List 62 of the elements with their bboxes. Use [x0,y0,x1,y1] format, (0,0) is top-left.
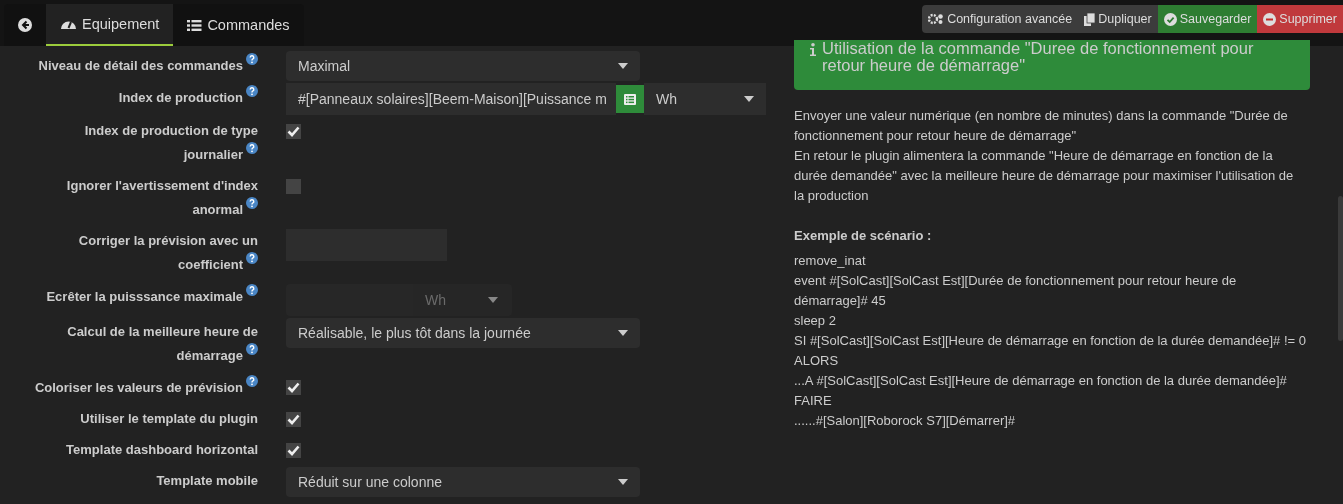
field-label: Calcul de la meilleure heure de démarrage [66,323,259,365]
field-label: Ignorer l'avertissement d'index anormal [65,177,259,219]
checkbox[interactable] [286,179,301,194]
back-arrow-icon [18,18,32,32]
info-alert: Utilisation de la commande "Duree de fonctionnement pour retour heure de démarrage" [794,40,1310,90]
checkbox[interactable] [286,380,301,395]
checkmark-icon [287,126,300,137]
field-label: Utiliser le template du plugin [79,410,259,428]
checkbox[interactable] [286,443,301,458]
scenario-line: SI #[SolCast][SolCast Est][Heure de démarrage en fonction de la durée demandée]# != 0 ALORS [794,332,1307,370]
action-button[interactable]: Supprimer [1257,5,1343,33]
description-text: En retour le plugin alimentera la commande "Heure de démarrage en fonction de la durée demandée" avec la meilleure heure de démarrage pour maximiser l'utilisation de la production [794,147,1295,205]
checkbox[interactable] [286,124,301,139]
field-label: Ecrêter la puisssance maximale [26,282,286,312]
command-list-button[interactable] [616,85,644,113]
field-label: Template mobile [155,472,259,490]
help-icon[interactable] [246,53,258,65]
caret-icon [618,479,628,485]
select-field[interactable]: Réalisable, le plus tôt dans la journée [286,318,640,348]
select-field[interactable]: Maximal [286,51,640,81]
gears-icon [928,13,945,25]
caret-icon [618,330,628,336]
action-button[interactable]: Sauvegarder [1157,5,1258,33]
unit-select[interactable]: Wh [644,83,766,115]
checkmark-icon [287,414,300,425]
field-label: Index de production de type journalier [83,122,259,164]
help-icon[interactable] [246,197,258,209]
minus-circle-icon [1263,12,1277,26]
check-circle-icon [1163,12,1177,26]
field-label: Corriger la prévision avec un coefficient [77,232,259,274]
caret-icon [488,297,498,303]
caret-icon [618,63,628,69]
list-icon [187,18,203,32]
action-button[interactable]: Configuration avancée [922,5,1079,33]
help-icon[interactable] [246,375,258,387]
help-icon[interactable] [246,343,258,355]
scrollbar[interactable] [1338,196,1343,341]
checkmark-icon [287,382,300,393]
scenario-line: sleep 2 [794,312,837,330]
action-button[interactable]: Dupliquer [1078,5,1158,33]
help-icon[interactable] [246,252,258,264]
tab[interactable]: Equipement [46,4,174,46]
field-label: Niveau de détail des commandes [26,51,286,81]
field-label: Template dashboard horizontal [65,441,259,459]
command-field[interactable]: #[Panneaux solaires][Beem-Maison][Puissance m [286,83,616,115]
field-label: Index de production [26,83,286,113]
description-text: Envoyer une valeur numérique (en nombre de minutes) dans la commande "Durée de fonctionnement pour retour heure de démarrage" [794,107,1289,145]
checkmark-icon [287,445,300,456]
scenario-line: remove_inat [794,252,867,270]
field-label: Coloriser les valeurs de prévision [26,373,286,403]
copy-icon [1084,12,1096,26]
example-heading: Exemple de scénario : [794,227,933,245]
scenario-line: ......#[Salon][Roborock S7][Démarrer]# [794,412,1017,430]
caret-icon [744,96,754,102]
select-field[interactable]: Réduit sur une colonne [286,467,640,497]
list-icon [624,93,636,105]
checkbox[interactable] [286,412,301,427]
info-icon [810,43,816,56]
tab[interactable]: Commandes [173,4,304,46]
help-icon[interactable] [246,85,258,97]
scenario-line: ...A #[SolCast][SolCast Est][Heure de démarrage en fonction de la durée demandée]# FAIRE [794,372,1288,410]
help-icon[interactable] [246,142,258,154]
